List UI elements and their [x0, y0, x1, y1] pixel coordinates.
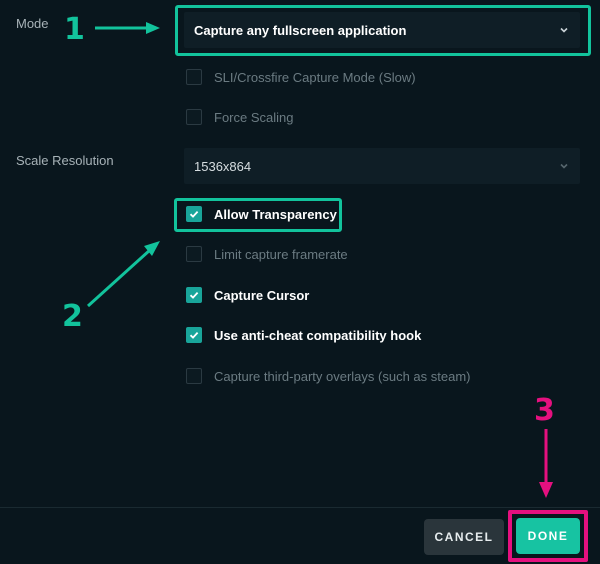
step-number-2: 2	[62, 299, 83, 334]
arrow-1	[95, 22, 160, 34]
arrow-3	[539, 429, 553, 498]
step-number-1: 1	[64, 12, 85, 47]
annotation-arrows	[86, 22, 553, 498]
step-number-3: 3	[534, 393, 555, 428]
arrow-2	[86, 241, 160, 308]
